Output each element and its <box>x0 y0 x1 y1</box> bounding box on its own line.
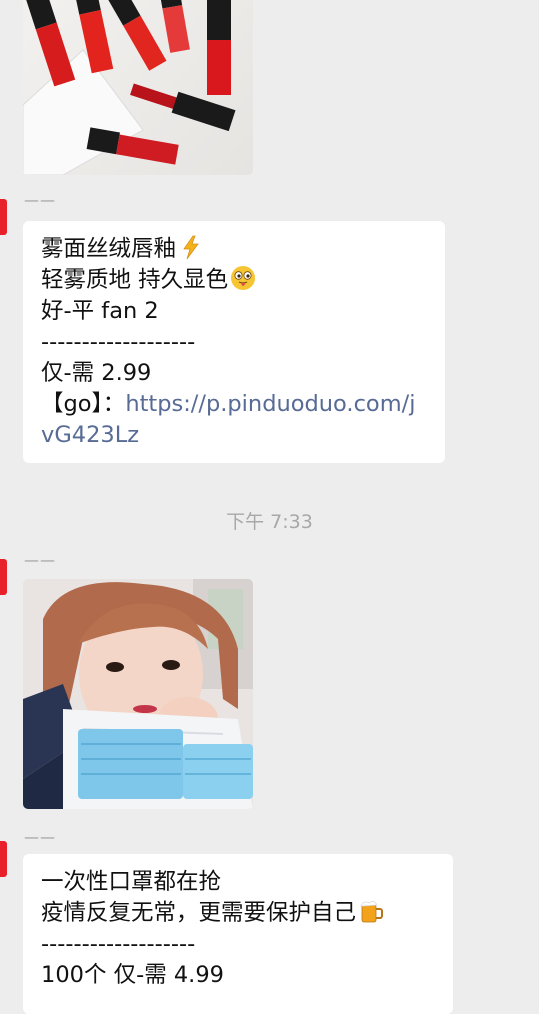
message-price-line: 100个 仅-需 4.99 <box>41 962 224 988</box>
go-prefix: 【go】： <box>41 391 126 417</box>
sender-avatar[interactable] <box>0 199 7 235</box>
message-line: 疫情反复无常，更需要保护自己 <box>41 898 439 929</box>
sender-name: —— <box>24 191 56 209</box>
chat-message-list[interactable]: —— 雾面丝绒唇釉 轻雾质地 持久显色 好-平 fan 2 ----------… <box>0 0 539 1014</box>
pinduoduo-link-continued[interactable]: vG423Lz <box>41 420 431 451</box>
message-line: 轻雾质地 持久显色 <box>41 265 431 296</box>
sender-avatar[interactable] <box>0 559 7 595</box>
lightning-emoji-icon <box>183 235 199 260</box>
lipstick-photo-image <box>23 0 253 175</box>
girl-with-face-masks-photo[interactable] <box>23 579 253 809</box>
sender-name: —— <box>24 828 56 846</box>
message-line: 一次性口罩都在抢 <box>41 869 222 895</box>
message-bubble-lip-glaze[interactable]: 雾面丝绒唇釉 轻雾质地 持久显色 好-平 fan 2 -------------… <box>23 221 445 463</box>
girl-photo-image <box>23 579 253 809</box>
pinduoduo-link[interactable]: https://p.pinduoduo.com/j <box>125 391 415 417</box>
sender-avatar[interactable] <box>0 841 7 877</box>
message-divider-line: ------------------- <box>41 931 196 957</box>
message-timestamp: 下午 7:33 <box>226 511 313 533</box>
go-link-line: 【go】：https://p.pinduoduo.com/j <box>41 389 431 420</box>
message-line: 雾面丝绒唇釉 <box>41 234 431 265</box>
lipstick-product-photo[interactable] <box>23 0 253 175</box>
tongue-out-face-emoji-icon <box>231 266 256 290</box>
message-bubble-face-masks[interactable]: 一次性口罩都在抢 疫情反复无常，更需要保护自己 ----------------… <box>23 854 453 1014</box>
message-price-line: 仅-需 2.99 <box>41 360 152 386</box>
message-line: 好-平 fan 2 <box>41 298 159 324</box>
message-divider-line: ------------------- <box>41 329 196 355</box>
beer-mug-emoji-icon <box>360 901 384 923</box>
sender-name: —— <box>24 551 56 569</box>
